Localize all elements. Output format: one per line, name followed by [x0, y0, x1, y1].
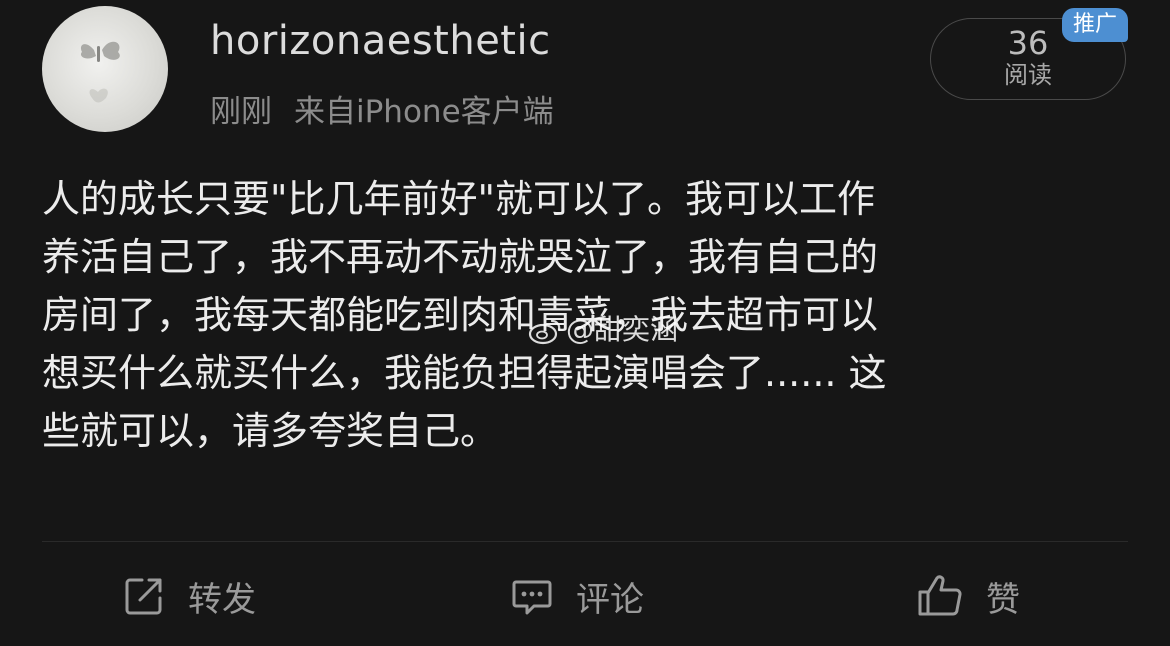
post-line: 人的成长只要"比几年前好"就可以了。我可以工作	[42, 177, 875, 221]
repost-label: 转发	[188, 579, 256, 620]
read-label: 阅读	[1004, 61, 1052, 89]
post-line: 些就可以，请多夸奖自己。	[42, 409, 499, 453]
like-button[interactable]: 赞	[916, 566, 1020, 626]
post-time: 刚刚	[210, 94, 272, 130]
weibo-icon	[528, 319, 561, 345]
post-line: 养活自己了，我不再动不动就哭泣了，我有自己的	[42, 235, 879, 279]
thumbs-up-icon	[918, 575, 962, 616]
avatar[interactable]	[42, 6, 168, 132]
watermark-text: @甜奕涵	[566, 313, 679, 346]
post-source-label: 来自	[294, 94, 356, 130]
comment-icon	[512, 580, 552, 615]
watermark: @甜奕涵	[528, 308, 678, 348]
post-client[interactable]: iPhone客户端	[356, 94, 554, 130]
like-label: 赞	[986, 579, 1020, 620]
comment-button[interactable]: 评论	[510, 566, 644, 626]
comment-label: 评论	[576, 579, 644, 620]
repost-icon	[125, 578, 162, 615]
promo-badge: 推广	[1062, 8, 1128, 42]
butterfly-avatar-icon	[80, 41, 120, 103]
post-meta: 刚刚 来自iPhone客户端	[210, 86, 554, 131]
post-line: 想买什么就买什么，我能负担得起演唱会了...... 这	[42, 351, 887, 395]
repost-button[interactable]: 转发	[122, 566, 256, 626]
divider	[42, 541, 1128, 542]
username[interactable]: horizonaesthetic	[210, 18, 551, 64]
